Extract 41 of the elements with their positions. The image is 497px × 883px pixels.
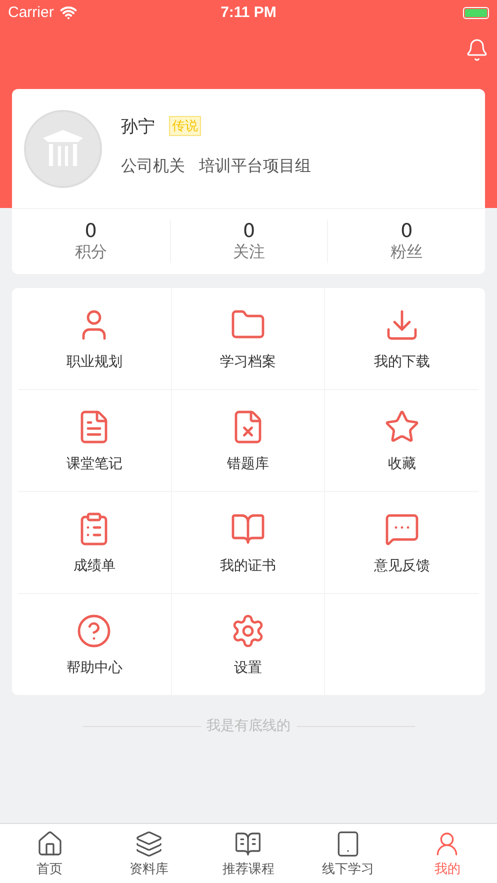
menu-item-label[interactable]: 我的下载 — [374, 352, 430, 370]
stat-label: 积分 — [74, 242, 107, 263]
tab-bar-item[interactable]: 首页 — [0, 824, 100, 883]
menu-item-label[interactable]: 错题库 — [226, 454, 269, 472]
tab-label: 首页 — [36, 860, 63, 878]
stat-label: 关注 — [232, 242, 265, 263]
menu-item-label[interactable]: 帮助中心 — [66, 658, 122, 676]
battery-icon — [463, 6, 489, 18]
tab-bar-item[interactable]: 线下学习 — [298, 824, 398, 883]
help-icon[interactable] — [76, 612, 112, 648]
department-label: 公司机关 — [121, 156, 185, 176]
layers-icon — [135, 830, 164, 858]
status-time: 7:11 PM — [220, 4, 276, 21]
tab-label: 线下学习 — [322, 860, 374, 878]
star-icon[interactable] — [384, 408, 420, 444]
menu-item-label[interactable]: 我的证书 — [220, 556, 276, 574]
stat-value: 0 — [242, 220, 256, 242]
home-icon — [36, 830, 64, 858]
book-icon — [234, 830, 262, 858]
menu-item-label[interactable]: 设置 — [234, 658, 262, 676]
tab-label: 我的 — [434, 860, 460, 878]
wifi-icon — [60, 4, 77, 21]
group-label: 培训平台项目组 — [199, 156, 311, 176]
stat-label: 粉丝 — [390, 242, 423, 263]
user-name: 孙宁 — [121, 116, 155, 138]
menu-item-label[interactable]: 意见反馈 — [374, 556, 430, 574]
tab-bar-item[interactable]: 资料库 — [99, 824, 199, 883]
carrier-label: Carrier — [8, 4, 54, 21]
stat-value: 0 — [400, 220, 413, 242]
tab-label: 推荐课程 — [222, 860, 274, 878]
menu-item-label[interactable]: 学习档案 — [220, 352, 276, 370]
stat-value: 0 — [84, 220, 97, 242]
menu-item-label[interactable]: 收藏 — [388, 454, 416, 472]
menu-item-label[interactable]: 成绩单 — [73, 556, 116, 574]
tab-label: 资料库 — [130, 860, 169, 878]
end-of-list-note: 我是有底线的 — [206, 717, 290, 735]
menu-item-label[interactable]: 课堂笔记 — [66, 454, 122, 472]
tab-bar-item[interactable]: 推荐课程 — [198, 824, 298, 883]
bell-icon[interactable] — [465, 38, 489, 62]
menu-item-label[interactable]: 职业规划 — [66, 352, 122, 370]
level-badge: 传说 — [169, 116, 201, 136]
